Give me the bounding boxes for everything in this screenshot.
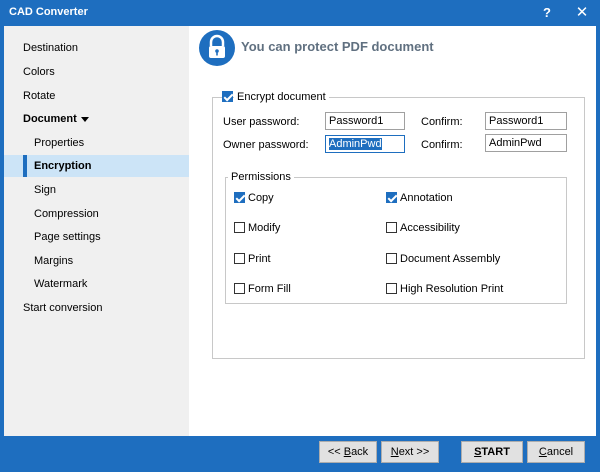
window-title: CAD Converter bbox=[9, 6, 88, 18]
sidebar-item-label: Encryption bbox=[34, 160, 92, 172]
confirm-user-password-input[interactable]: Password1 bbox=[485, 112, 567, 130]
sidebar-item-properties[interactable]: Properties bbox=[4, 132, 189, 154]
user-password-input[interactable]: Password1 bbox=[325, 112, 405, 130]
sidebar-item-label: Destination bbox=[23, 42, 79, 54]
cancel-accel: C bbox=[538, 446, 547, 458]
client-area: Destination Colors Rotate Document Prope… bbox=[4, 26, 596, 436]
confirm-user-label: Confirm: bbox=[421, 116, 463, 128]
sidebar-item-start-conversion[interactable]: Start conversion bbox=[4, 297, 189, 319]
next-button[interactable]: Next >> bbox=[381, 441, 439, 463]
annotation-checkbox[interactable] bbox=[386, 192, 397, 203]
sidebar: Destination Colors Rotate Document Prope… bbox=[4, 26, 189, 436]
sidebar-item-margins[interactable]: Margins bbox=[4, 250, 189, 272]
sidebar-item-sign[interactable]: Sign bbox=[4, 179, 189, 201]
sidebar-item-page-settings[interactable]: Page settings bbox=[4, 226, 189, 248]
back-prefix: << bbox=[327, 446, 344, 458]
encrypt-document-label: Encrypt document bbox=[234, 90, 329, 104]
cancel-button[interactable]: Cancel bbox=[527, 441, 585, 463]
modify-checkbox[interactable] bbox=[234, 222, 245, 233]
owner-password-value: AdminPwd bbox=[329, 138, 382, 150]
sidebar-item-colors[interactable]: Colors bbox=[4, 61, 189, 83]
sidebar-item-compression[interactable]: Compression bbox=[4, 203, 189, 225]
form-fill-label: Form Fill bbox=[248, 283, 291, 295]
owner-password-label: Owner password: bbox=[223, 139, 309, 151]
page-title: You can protect PDF document bbox=[241, 39, 434, 54]
sidebar-item-label: Watermark bbox=[34, 278, 88, 290]
permissions-label: Permissions bbox=[228, 170, 294, 184]
copy-label: Copy bbox=[248, 192, 274, 204]
back-suffix: ack bbox=[351, 446, 369, 458]
next-accel: N bbox=[390, 446, 399, 458]
form-fill-checkbox[interactable] bbox=[234, 283, 245, 294]
sidebar-item-label: Start conversion bbox=[23, 302, 103, 314]
sidebar-item-label: Document bbox=[23, 113, 77, 125]
high-resolution-print-checkbox[interactable] bbox=[386, 283, 397, 294]
cancel-suffix: ancel bbox=[546, 446, 574, 458]
user-password-label: User password: bbox=[223, 116, 300, 128]
sidebar-item-destination[interactable]: Destination bbox=[4, 37, 189, 59]
encrypt-document-checkbox[interactable] bbox=[222, 91, 233, 102]
accessibility-label: Accessibility bbox=[400, 222, 460, 234]
document-assembly-checkbox[interactable] bbox=[386, 253, 397, 264]
caret-down-icon bbox=[80, 116, 89, 122]
sidebar-item-label: Properties bbox=[34, 137, 85, 149]
print-label: Print bbox=[248, 253, 271, 265]
accessibility-checkbox[interactable] bbox=[386, 222, 397, 233]
back-accel: B bbox=[343, 446, 352, 458]
sidebar-item-watermark[interactable]: Watermark bbox=[4, 273, 189, 295]
high-resolution-print-label: High Resolution Print bbox=[400, 283, 504, 295]
copy-checkbox[interactable] bbox=[234, 192, 245, 203]
sidebar-item-label: Page settings bbox=[34, 231, 101, 243]
modify-label: Modify bbox=[248, 222, 281, 234]
confirm-owner-label: Confirm: bbox=[421, 139, 463, 151]
print-checkbox[interactable] bbox=[234, 253, 245, 264]
sidebar-item-label: Rotate bbox=[23, 90, 56, 102]
start-button[interactable]: START bbox=[461, 441, 523, 463]
sidebar-item-label: Sign bbox=[34, 184, 57, 196]
help-icon[interactable]: ? bbox=[530, 0, 564, 26]
title-bar: CAD Converter ? ✕ bbox=[0, 0, 600, 26]
annotation-label: Annotation bbox=[400, 192, 453, 204]
next-suffix: ext >> bbox=[398, 446, 430, 458]
sidebar-item-document[interactable]: Document bbox=[4, 108, 189, 130]
sidebar-item-encryption[interactable]: Encryption bbox=[4, 155, 189, 177]
sidebar-item-label: Margins bbox=[34, 255, 74, 267]
confirm-owner-password-input[interactable]: AdminPwd bbox=[485, 134, 567, 152]
owner-password-input[interactable]: AdminPwd bbox=[325, 135, 405, 153]
back-button[interactable]: << Back bbox=[319, 441, 377, 463]
sidebar-item-rotate[interactable]: Rotate bbox=[4, 85, 189, 107]
close-icon[interactable]: ✕ bbox=[565, 0, 599, 26]
sidebar-item-label: Colors bbox=[23, 66, 55, 78]
document-assembly-label: Document Assembly bbox=[400, 253, 501, 265]
start-suffix: TART bbox=[481, 446, 510, 458]
lock-icon bbox=[199, 30, 235, 66]
sidebar-item-label: Compression bbox=[34, 208, 99, 220]
